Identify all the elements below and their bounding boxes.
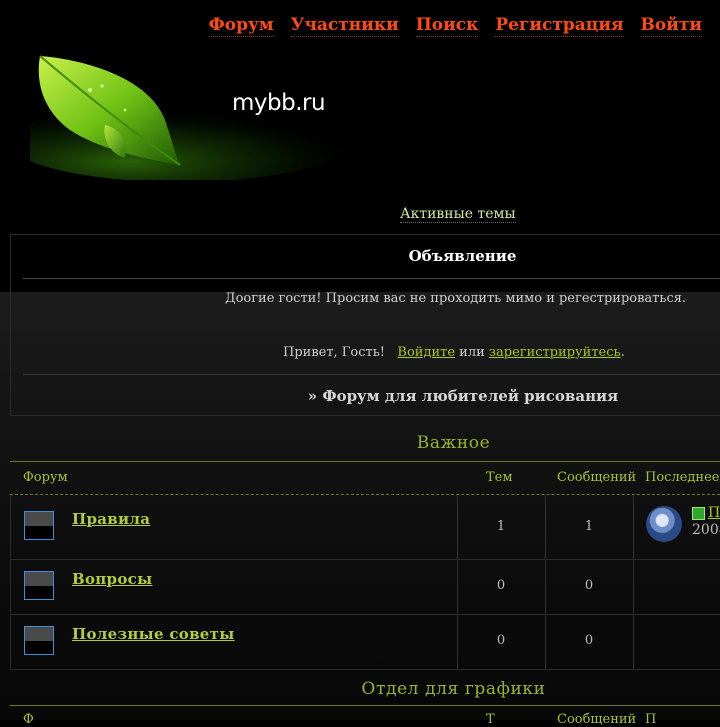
period-text: .: [620, 345, 625, 360]
forum-status-icon: [24, 511, 54, 540]
forum-table-header: Форум Тем Сообщений Последнее: [10, 461, 720, 495]
forum-row: Правила 1 1 П 2008: [10, 495, 720, 560]
active-topics-link[interactable]: Активные темы: [400, 206, 516, 223]
register-link[interactable]: зарегистрируйтесь: [489, 345, 621, 360]
greeting-text: Привет, Гость!: [283, 345, 386, 360]
or-text: или: [459, 345, 485, 360]
forum-link-tips[interactable]: Полезные советы: [72, 625, 235, 643]
forum-row: Полезные советы 0 0: [10, 615, 720, 670]
topics-count: 0: [496, 633, 506, 648]
nav-members[interactable]: Участники: [290, 14, 399, 37]
forum-link-questions[interactable]: Вопросы: [72, 570, 152, 588]
nav-forum[interactable]: Форум: [208, 14, 274, 37]
announcement-box: Объявление Доогие гости! Просим вас не п…: [10, 234, 720, 416]
announcement-title: Объявление: [408, 247, 517, 265]
divider: [23, 374, 720, 375]
user-avatar[interactable]: [646, 506, 682, 542]
forum-table-header: Ф Т Сообщений П: [10, 705, 720, 727]
column-posts: Сообщений: [557, 470, 637, 485]
topics-count: 1: [496, 519, 506, 534]
forum-link-rules[interactable]: Правила: [72, 510, 150, 528]
forum-status-icon: [24, 626, 54, 655]
nav-register[interactable]: Регистрация: [495, 14, 624, 37]
posts-count: 0: [584, 578, 594, 593]
nav-search[interactable]: Поиск: [415, 14, 479, 37]
category-title: Важное: [416, 433, 491, 453]
divider: [23, 278, 720, 279]
guest-greeting: Привет, Гость! Войдите или зарегистрируй…: [283, 345, 625, 360]
posts-count: 1: [584, 519, 594, 534]
forum-status-icon: [24, 571, 54, 600]
last-post-date: 2008: [692, 522, 720, 538]
topics-count: 0: [496, 578, 506, 593]
last-post-link[interactable]: П: [708, 505, 720, 521]
column-topics: Тем: [486, 470, 513, 485]
announcement-message: Доогие гости! Просим вас не проходить ми…: [225, 291, 687, 306]
top-navigation: Форум Участники Поиск Регистрация Войти: [208, 14, 702, 37]
column-forum: Форум: [23, 470, 68, 485]
login-link[interactable]: Войдите: [397, 345, 455, 360]
logo-text: mybb.ru: [232, 90, 326, 116]
column-last-post: Последнее: [645, 470, 720, 485]
nav-login[interactable]: Войти: [640, 14, 702, 37]
forum-row: Вопросы 0 0: [10, 560, 720, 615]
site-logo[interactable]: mybb.ru: [30, 50, 360, 180]
forum-heading: » Форум для любителей рисования: [307, 387, 619, 405]
last-post-icon[interactable]: [692, 507, 705, 520]
posts-count: 0: [584, 633, 594, 648]
category-title: Отдел для графики: [361, 679, 546, 699]
